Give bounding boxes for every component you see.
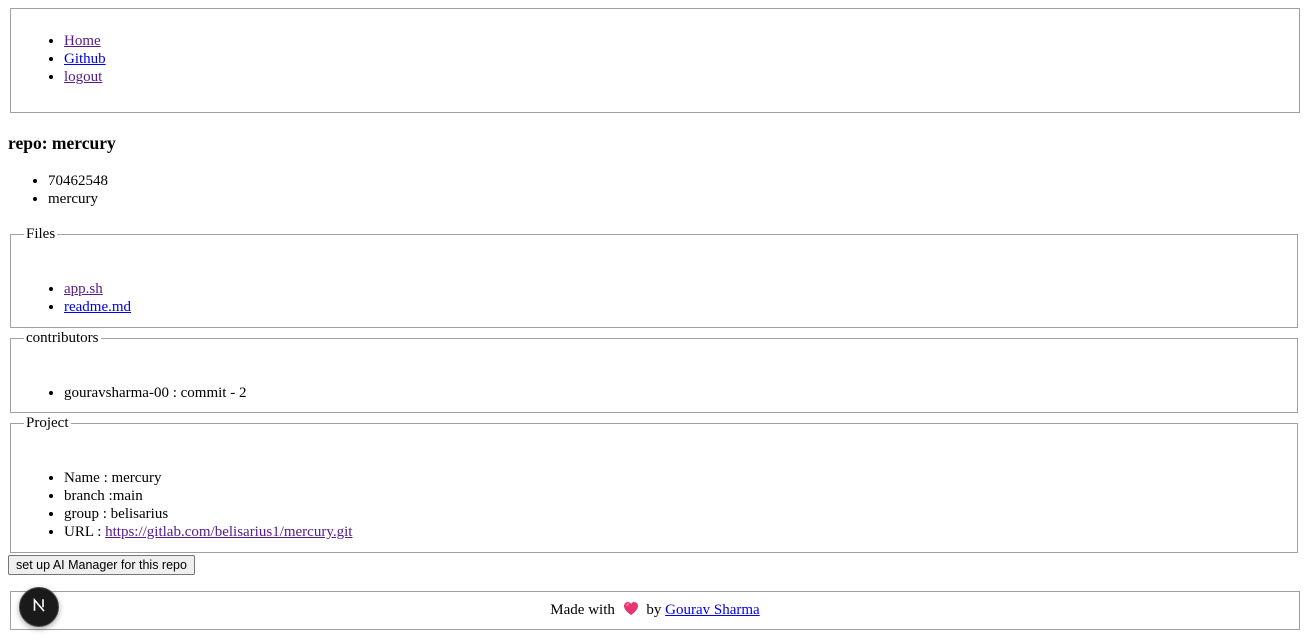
contributors-list: gouravsharma-00 : commit - 2	[24, 384, 246, 402]
list-item: app.sh	[64, 280, 131, 298]
files-legend: Files	[26, 226, 56, 242]
project-section: Project Name : mercury branch :main grou…	[10, 415, 1298, 553]
contributors-legend: contributors	[26, 330, 99, 346]
repo-name: mercury	[48, 190, 108, 208]
nav-item-home: Home	[64, 32, 106, 50]
file-link-app-sh[interactable]: app.sh	[64, 281, 103, 297]
contributors-section: contributors gouravsharma-00 : commit - …	[10, 330, 1298, 413]
footer-by: by	[646, 602, 662, 618]
project-branch: branch :main	[64, 487, 352, 505]
author-link[interactable]: Gourav Sharma	[665, 602, 760, 618]
project-url-item: URL : https://gitlab.com/belisarius1/mer…	[64, 523, 352, 541]
nav-item-github: Github	[64, 50, 106, 68]
footer: Made with by Gourav Sharma	[10, 591, 1300, 630]
files-list: app.sh readme.md	[24, 280, 131, 316]
nav-list: Home Github logout	[24, 32, 106, 86]
file-link-readme[interactable]: readme.md	[64, 299, 131, 315]
contributor-item: gouravsharma-00 : commit - 2	[64, 384, 246, 402]
setup-ai-manager-button[interactable]: set up AI Manager for this repo	[8, 555, 195, 575]
project-list: Name : mercury branch :main group : beli…	[24, 469, 352, 541]
project-group: group : belisarius	[64, 505, 352, 523]
nav-bar: Home Github logout	[10, 8, 1300, 113]
project-name: Name : mercury	[64, 469, 352, 487]
nav-link-github[interactable]: Github	[64, 51, 106, 67]
nav-item-logout: logout	[64, 68, 106, 86]
nav-link-home[interactable]: Home	[64, 33, 101, 49]
repo-id: 70462548	[48, 172, 108, 190]
page-title: repo: mercury	[8, 133, 116, 153]
footer-made-with: Made with	[550, 602, 615, 618]
list-item: readme.md	[64, 298, 131, 316]
nav-link-logout[interactable]: logout	[64, 69, 102, 85]
project-legend: Project	[26, 415, 69, 431]
nextjs-logo-icon	[31, 597, 47, 618]
nextjs-devtools-badge[interactable]	[19, 587, 59, 627]
project-url-label: URL :	[64, 524, 106, 540]
repo-info-list: 70462548 mercury	[8, 172, 108, 208]
project-url-link[interactable]: https://gitlab.com/belisarius1/mercury.g…	[105, 524, 352, 540]
files-section: Files app.sh readme.md	[10, 226, 1298, 328]
heart-icon	[623, 601, 639, 616]
